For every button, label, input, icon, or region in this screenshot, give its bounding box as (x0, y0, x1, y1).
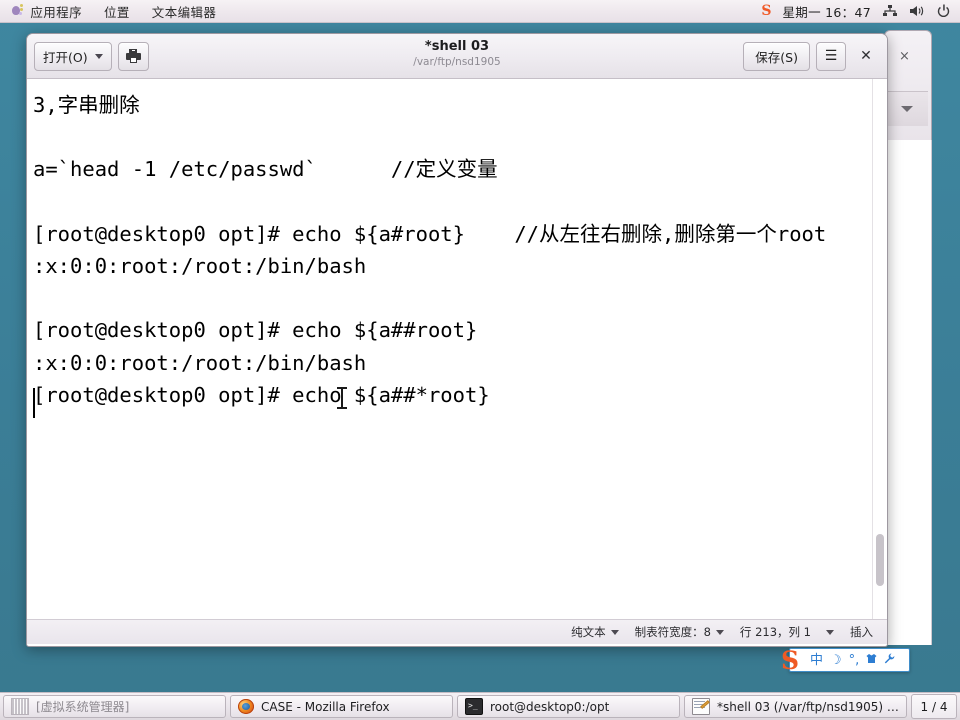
panel-menu: 应用程序 位置 文本编辑器 (0, 1, 220, 22)
taskbar-item-gedit[interactable]: *shell 03 (/var/ftp/nsd1905) - ⋯ (684, 695, 907, 718)
ime-toolbar: S 中 ☽ °, (781, 647, 910, 675)
text-caret (33, 388, 35, 418)
menu-text-editor[interactable]: 文本编辑器 (148, 1, 221, 22)
taskbar-item-virt-manager[interactable]: [虚拟系统管理器] (3, 695, 226, 718)
tabwidth-label: 制表符宽度：8 (634, 625, 711, 639)
taskbar-item-terminal[interactable]: root@desktop0:/opt (457, 695, 680, 718)
panel-tray: S 星期一 16：47 (761, 2, 960, 21)
chinese-mode-icon[interactable]: 中 (810, 654, 823, 667)
network-icon[interactable] (882, 4, 898, 18)
chevron-down-icon (715, 629, 724, 635)
close-icon: ✕ (860, 48, 872, 64)
sogou-logo-icon[interactable]: S (781, 647, 809, 675)
virt-manager-icon (11, 698, 29, 715)
background-window-close-icon[interactable]: × (899, 49, 910, 64)
gedit-window: 打开(O) *shell 03 /var/ftp/nsd1905 保存(S) ☰ (26, 33, 888, 647)
ime-tray-icon[interactable]: S (761, 4, 771, 18)
editor-area: 3,字串删除 a=`head -1 /etc/passwd` //定义变量 [r… (27, 79, 887, 619)
cursor-position[interactable]: 行 213，列 1 (740, 624, 834, 640)
save-button-label: 保存(S) (755, 49, 798, 65)
hamburger-menu-button[interactable]: ☰ (816, 41, 846, 71)
print-button[interactable] (117, 41, 149, 71)
taskbar-item-label: [虚拟系统管理器] (36, 700, 130, 714)
chevron-down-icon (826, 629, 834, 635)
insert-mode-label: 插入 (850, 625, 873, 639)
editor-scrollbar-thumb[interactable] (876, 534, 884, 586)
document-text[interactable]: 3,字串删除 a=`head -1 /etc/passwd` //定义变量 [r… (33, 89, 866, 411)
menu-applications[interactable]: 应用程序 (6, 1, 86, 22)
insert-mode: 插入 (850, 624, 873, 640)
volume-icon[interactable] (909, 4, 925, 18)
background-window-dropdown-icon[interactable] (886, 91, 928, 126)
tabwidth-selector[interactable]: 制表符宽度：8 (635, 624, 724, 640)
wrench-icon[interactable] (884, 653, 895, 667)
taskbar-item-label: *shell 03 (/var/ftp/nsd1905) - ⋯ (717, 699, 899, 714)
hamburger-icon: ☰ (824, 48, 838, 64)
window-close-button[interactable]: ✕ (852, 42, 880, 70)
desktop-screen: 应用程序 位置 文本编辑器 S 星期一 16：47 × 打开(O) *shell… (0, 0, 960, 720)
open-button[interactable]: 打开(O) (34, 41, 112, 71)
background-window-right-body (884, 140, 932, 645)
filetype-selector[interactable]: 纯文本 (571, 624, 619, 640)
taskbar-item-label: root@desktop0:/opt (490, 699, 610, 714)
gedit-statusbar: 纯文本 制表符宽度：8 行 213，列 1 插入 (27, 619, 887, 644)
menu-places[interactable]: 位置 (100, 1, 134, 22)
gnome-foot-icon (10, 2, 25, 17)
printer-icon (125, 49, 141, 63)
chevron-down-icon (94, 53, 103, 59)
moon-icon[interactable]: ☽ (830, 654, 842, 667)
clock[interactable]: 星期一 16：47 (783, 2, 872, 21)
firefox-icon (238, 699, 254, 714)
gedit-icon (692, 698, 710, 715)
terminal-icon (465, 698, 483, 715)
titlebar-right-controls: 保存(S) ☰ ✕ (743, 41, 880, 71)
power-icon[interactable] (936, 4, 952, 18)
cursor-position-label: 行 213，列 1 (739, 625, 811, 639)
text-view[interactable]: 3,字串删除 a=`head -1 /etc/passwd` //定义变量 [r… (27, 79, 872, 619)
editor-vertical-scrollbar[interactable] (872, 79, 887, 619)
workspace-pager[interactable]: 1 / 4 (911, 694, 957, 719)
taskbar: [虚拟系统管理器] CASE - Mozilla Firefox root@de… (0, 692, 960, 720)
menu-applications-label: 应用程序 (30, 4, 82, 20)
taskbar-item-firefox[interactable]: CASE - Mozilla Firefox (230, 695, 453, 718)
gedit-titlebar: 打开(O) *shell 03 /var/ftp/nsd1905 保存(S) ☰ (27, 34, 887, 79)
skin-icon[interactable] (866, 653, 877, 667)
background-window-right: × (884, 30, 932, 142)
punctuation-icon[interactable]: °, (849, 654, 860, 667)
filetype-label: 纯文本 (571, 625, 606, 639)
taskbar-item-label: CASE - Mozilla Firefox (261, 699, 390, 714)
chevron-down-icon (610, 629, 619, 635)
open-button-label: 打开(O) (43, 49, 88, 65)
top-panel: 应用程序 位置 文本编辑器 S 星期一 16：47 (0, 0, 960, 23)
save-button[interactable]: 保存(S) (743, 41, 810, 71)
